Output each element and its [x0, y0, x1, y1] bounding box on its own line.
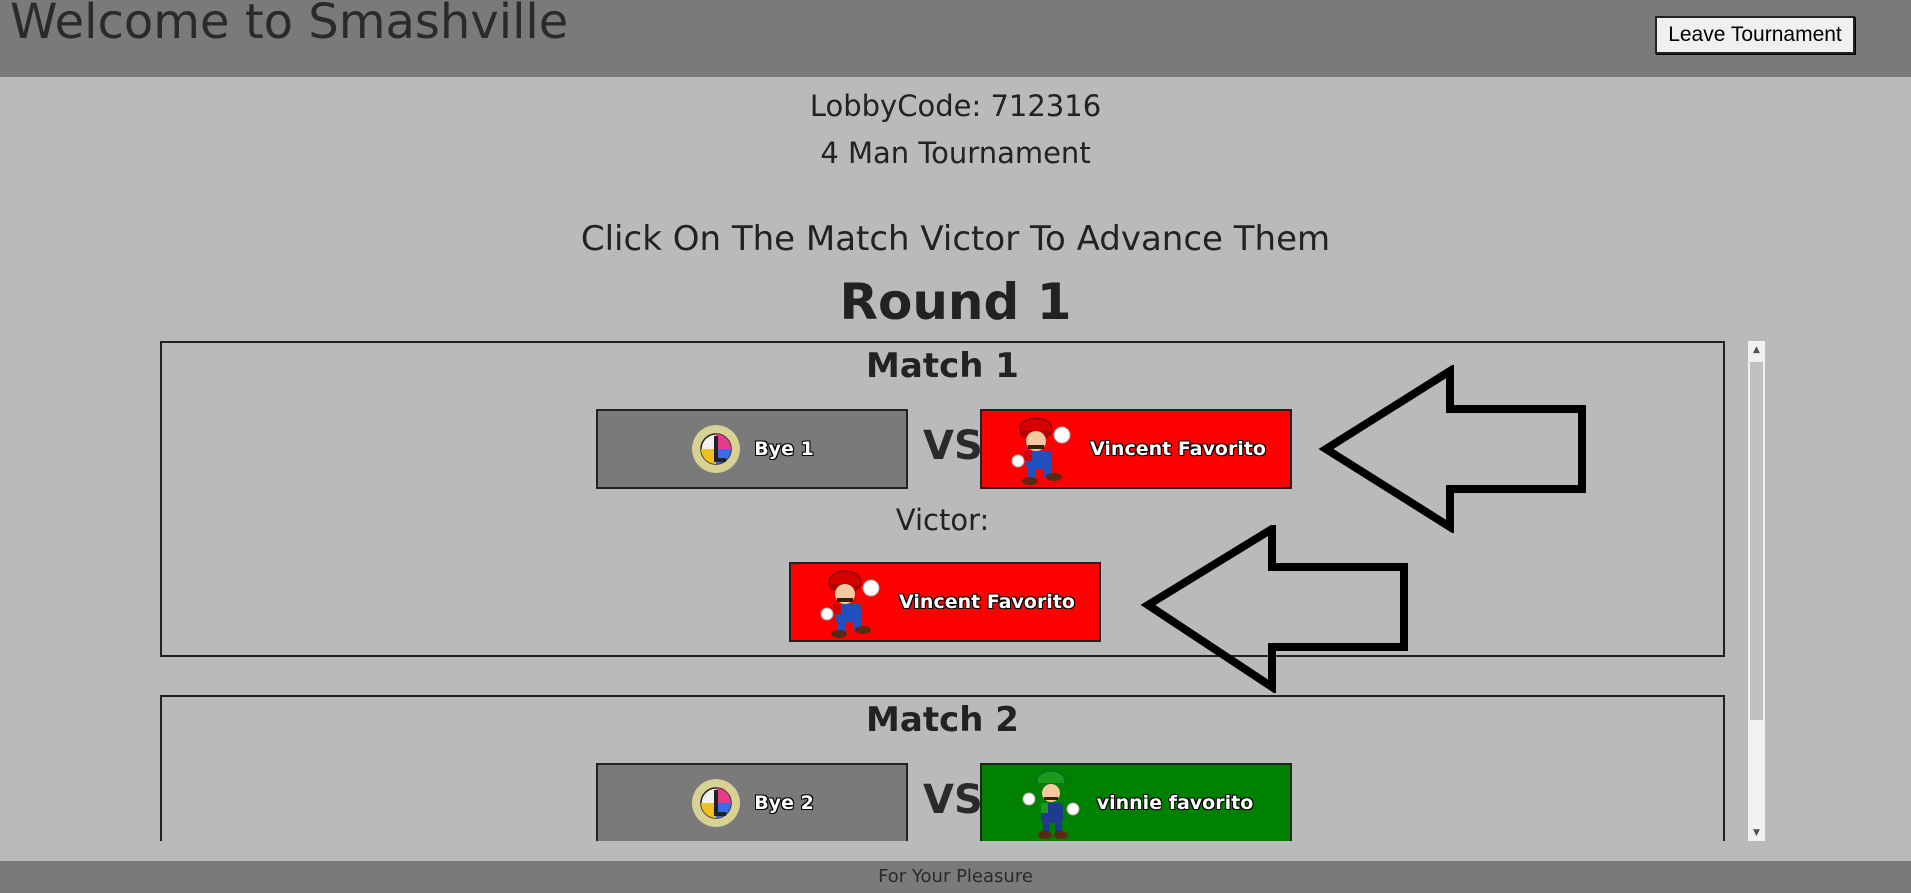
player-name: Vincent Favorito: [899, 591, 1075, 613]
matches-scrollbar[interactable]: ▲ ▼: [1748, 341, 1765, 841]
vs-label: VS: [923, 423, 983, 469]
player-name: Bye 2: [754, 792, 814, 814]
vs-label: VS: [923, 777, 983, 823]
instruction-text: Click On The Match Victor To Advance The…: [580, 219, 1331, 259]
header-bar: Welcome to Smashville Leave Tournament: [0, 0, 1911, 77]
victor-vincent-favorito[interactable]: Vincent Favorito: [789, 562, 1101, 642]
match-card-2: Match 2 Bye 2 VS vinnie favorito: [160, 695, 1725, 841]
footer: For Your Pleasure: [0, 861, 1911, 893]
tournament-size: 4 Man Tournament: [820, 136, 1091, 170]
left-arrow-icon: [1140, 525, 1408, 693]
scroll-thumb[interactable]: [1750, 362, 1763, 720]
mario-icon: [1011, 417, 1071, 485]
mario-icon: [820, 570, 880, 638]
player-vincent-favorito[interactable]: Vincent Favorito: [980, 409, 1292, 489]
luigi-icon: [1022, 770, 1080, 839]
leave-tournament-button[interactable]: Leave Tournament: [1655, 16, 1855, 54]
smash-ball-icon: [692, 779, 741, 827]
player-bye-1[interactable]: Bye 1: [596, 409, 908, 489]
lobby-code: LobbyCode: 712316: [809, 89, 1102, 123]
round-title: Round 1: [839, 273, 1072, 331]
scroll-down-arrow-icon[interactable]: ▼: [1748, 824, 1765, 841]
scroll-up-arrow-icon[interactable]: ▲: [1748, 341, 1765, 358]
player-bye-2[interactable]: Bye 2: [596, 763, 908, 841]
player-name: Vincent Favorito: [1090, 438, 1266, 460]
player-name: vinnie favorito: [1096, 792, 1254, 814]
match-title: Match 2: [866, 700, 1019, 740]
smash-ball-icon: [692, 425, 741, 473]
player-name: Bye 1: [754, 438, 814, 460]
site-title: Welcome to Smashville: [10, 0, 569, 50]
left-arrow-icon: [1318, 365, 1586, 533]
player-vinnie-favorito[interactable]: vinnie favorito: [980, 763, 1292, 841]
